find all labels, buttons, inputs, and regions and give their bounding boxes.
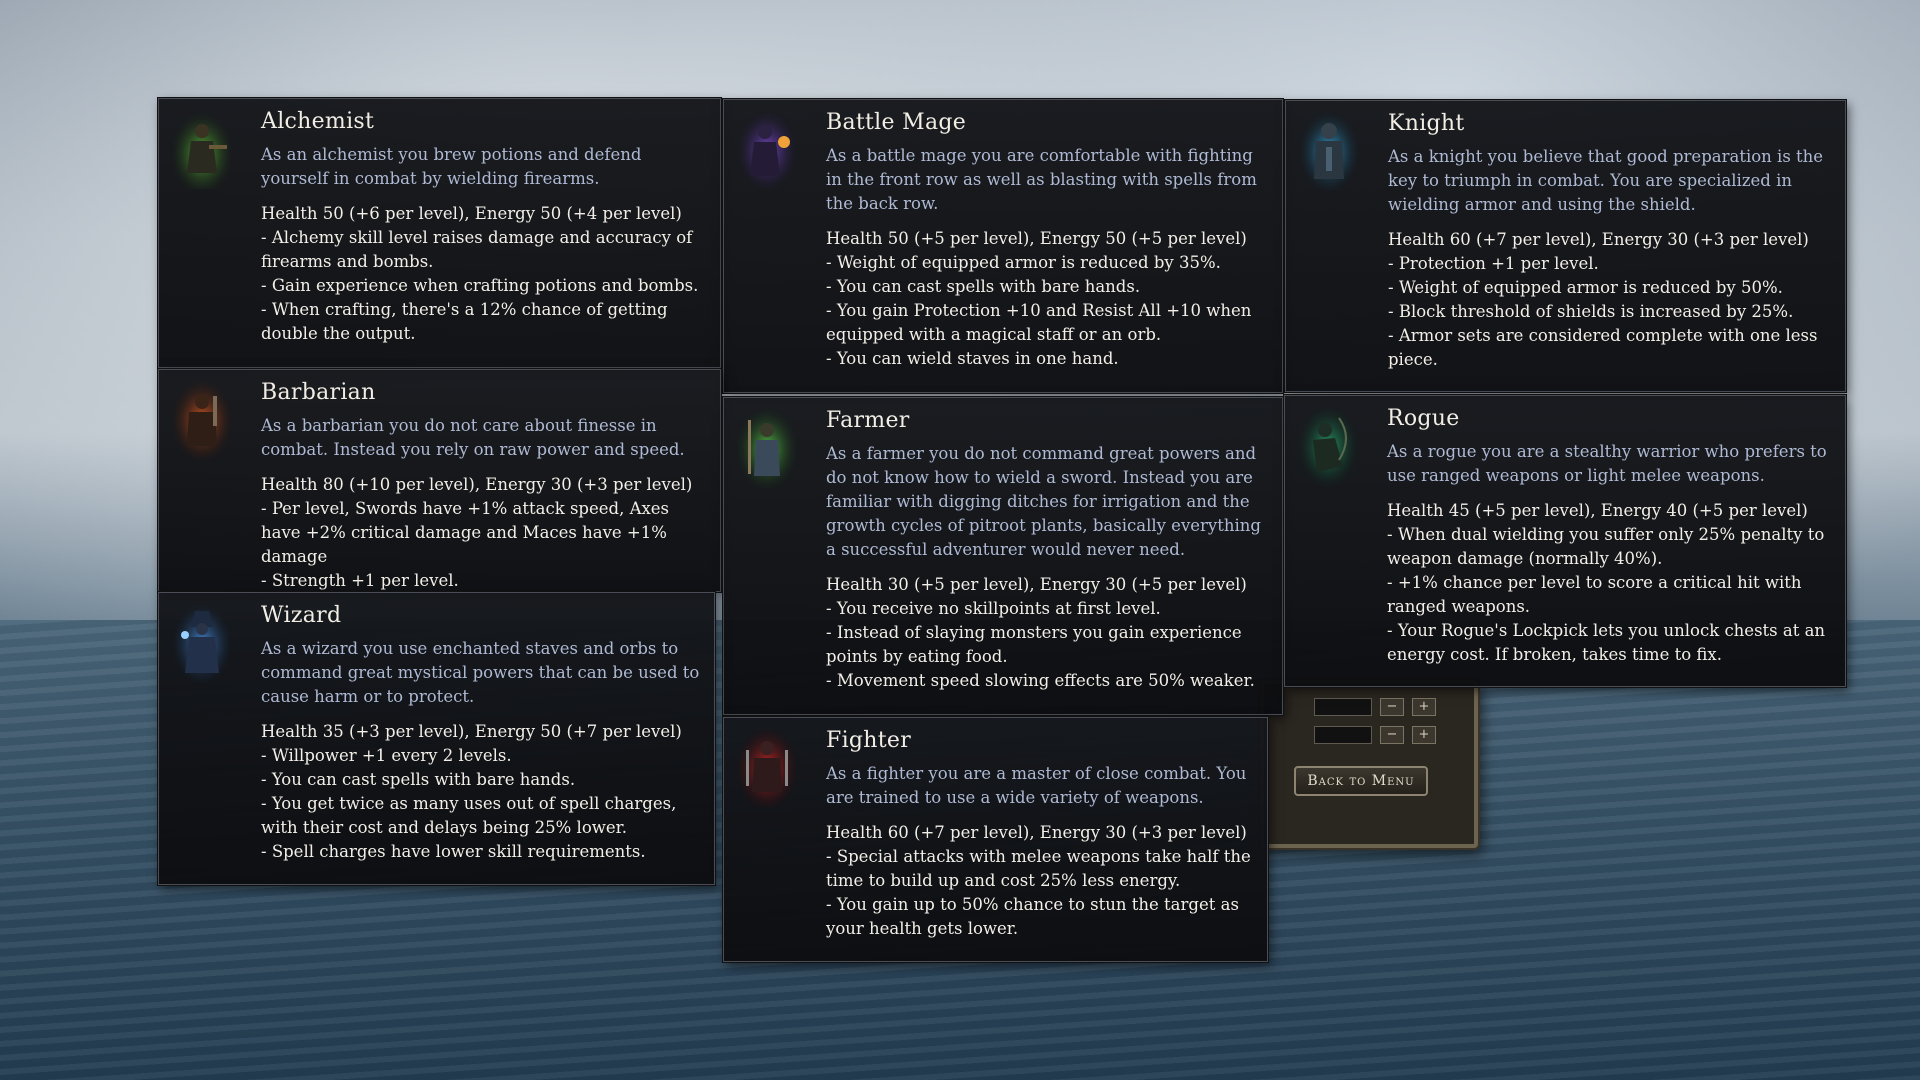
attribute-stepper: − + bbox=[1314, 726, 1436, 744]
rogue-portrait-icon bbox=[1299, 408, 1357, 486]
stat-line: Health 45 (+5 per level), Energy 40 (+5 … bbox=[1387, 501, 1808, 520]
class-name: Battle Mage bbox=[826, 110, 967, 135]
stat-line: - Armor sets are considered complete wit… bbox=[1388, 326, 1818, 369]
stat-line: - You can cast spells with bare hands. bbox=[261, 770, 576, 789]
stat-line: - You gain up to 50% chance to stun the … bbox=[826, 895, 1239, 938]
class-stats: Health 60 (+7 per level), Energy 30 (+3 … bbox=[826, 821, 1257, 941]
stat-line: - Your Rogue's Lockpick lets you unlock … bbox=[1387, 621, 1826, 664]
stat-line: - Block threshold of shields is increase… bbox=[1388, 302, 1794, 321]
stat-line: - When dual wielding you suffer only 25%… bbox=[1387, 525, 1825, 568]
class-card-fighter[interactable]: Fighter As a fighter you are a master of… bbox=[723, 717, 1268, 962]
farmer-portrait-icon bbox=[738, 410, 796, 488]
stat-line: - You gain Protection +10 and Resist All… bbox=[826, 301, 1252, 344]
stat-line: - Spell charges have lower skill require… bbox=[261, 842, 646, 861]
stat-line: Health 60 (+7 per level), Energy 30 (+3 … bbox=[826, 823, 1247, 842]
stat-line: - Weight of equipped armor is reduced by… bbox=[1388, 278, 1783, 297]
attribute-stepper: − + bbox=[1314, 698, 1436, 716]
plus-button[interactable]: + bbox=[1412, 726, 1436, 744]
class-description: As a farmer you do not command great pow… bbox=[826, 444, 1261, 559]
class-description: As a rogue you are a stealthy warrior wh… bbox=[1387, 442, 1827, 485]
stat-line: - Alchemy skill level raises damage and … bbox=[261, 228, 693, 271]
stat-line: - You can wield staves in one hand. bbox=[826, 349, 1119, 368]
class-name: Wizard bbox=[261, 603, 342, 628]
minus-button[interactable]: − bbox=[1380, 726, 1404, 744]
character-creation-menu: − + − + Back to Menu bbox=[1260, 680, 1478, 848]
stat-line: - Special attacks with melee weapons tak… bbox=[826, 847, 1251, 890]
knight-portrait-icon bbox=[1300, 113, 1358, 191]
stat-line: - Willpower +1 every 2 levels. bbox=[261, 746, 512, 765]
class-description: As a knight you believe that good prepar… bbox=[1388, 147, 1824, 214]
stat-line: - Protection +1 per level. bbox=[1388, 254, 1599, 273]
wizard-portrait-icon bbox=[173, 605, 231, 683]
back-to-menu-button[interactable]: Back to Menu bbox=[1294, 766, 1428, 796]
class-description: As a fighter you are a master of close c… bbox=[826, 764, 1247, 807]
fighter-portrait-icon bbox=[738, 730, 796, 808]
class-stats: Health 50 (+6 per level), Energy 50 (+4 … bbox=[261, 202, 710, 346]
class-card-knight[interactable]: Knight As a knight you believe that good… bbox=[1285, 100, 1846, 392]
stat-line: - Per level, Swords have +1% attack spee… bbox=[261, 499, 670, 566]
stat-line: Health 60 (+7 per level), Energy 30 (+3 … bbox=[1388, 230, 1809, 249]
stat-line: - +1% chance per level to score a critic… bbox=[1387, 573, 1802, 616]
class-card-rogue[interactable]: Rogue As a rogue you are a stealthy warr… bbox=[1284, 395, 1846, 687]
class-stats: Health 45 (+5 per level), Energy 40 (+5 … bbox=[1387, 499, 1835, 667]
stat-line: - Gain experience when crafting potions … bbox=[261, 276, 699, 295]
class-card-barbarian[interactable]: Barbarian As a barbarian you do not care… bbox=[158, 369, 721, 592]
class-name: Alchemist bbox=[261, 109, 375, 134]
class-description: As a barbarian you do not care about fin… bbox=[261, 416, 685, 459]
class-description: As a battle mage you are comfortable wit… bbox=[826, 146, 1257, 213]
class-name: Fighter bbox=[826, 728, 912, 753]
attribute-bar bbox=[1314, 726, 1372, 744]
stat-line: - You receive no skillpoints at first le… bbox=[826, 599, 1161, 618]
class-name: Barbarian bbox=[261, 380, 376, 405]
alchemist-portrait-icon bbox=[173, 111, 231, 189]
stat-line: - Weight of equipped armor is reduced by… bbox=[826, 253, 1221, 272]
battle-mage-portrait-icon bbox=[738, 112, 796, 190]
stat-line: - You get twice as many uses out of spel… bbox=[261, 794, 677, 837]
class-card-wizard[interactable]: Wizard As a wizard you use enchanted sta… bbox=[158, 592, 715, 885]
class-stats: Health 80 (+10 per level), Energy 30 (+3… bbox=[261, 473, 710, 593]
class-stats: Health 30 (+5 per level), Energy 30 (+5 … bbox=[826, 573, 1272, 693]
stat-line: Health 50 (+5 per level), Energy 50 (+5 … bbox=[826, 229, 1247, 248]
stat-line: Health 50 (+6 per level), Energy 50 (+4 … bbox=[261, 204, 682, 223]
class-stats: Health 35 (+3 per level), Energy 50 (+7 … bbox=[261, 720, 704, 864]
class-card-battle-mage[interactable]: Battle Mage As a battle mage you are com… bbox=[723, 99, 1283, 393]
class-description: As a wizard you use enchanted staves and… bbox=[261, 639, 700, 706]
plus-button[interactable]: + bbox=[1412, 698, 1436, 716]
barbarian-portrait-icon bbox=[173, 382, 231, 460]
class-card-alchemist[interactable]: Alchemist As an alchemist you brew potio… bbox=[158, 98, 721, 368]
attribute-bar bbox=[1314, 698, 1372, 716]
minus-button[interactable]: − bbox=[1380, 698, 1404, 716]
class-stats: Health 60 (+7 per level), Energy 30 (+3 … bbox=[1388, 228, 1835, 372]
class-name: Knight bbox=[1388, 111, 1465, 136]
class-name: Rogue bbox=[1387, 406, 1460, 431]
stat-line: Health 80 (+10 per level), Energy 30 (+3… bbox=[261, 475, 693, 494]
class-name: Farmer bbox=[826, 408, 910, 433]
stat-line: - You can cast spells with bare hands. bbox=[826, 277, 1141, 296]
stat-line: Health 35 (+3 per level), Energy 50 (+7 … bbox=[261, 722, 682, 741]
class-card-farmer[interactable]: Farmer As a farmer you do not command gr… bbox=[723, 397, 1283, 715]
stat-line: - Movement speed slowing effects are 50%… bbox=[826, 671, 1255, 690]
stat-line: - When crafting, there's a 12% chance of… bbox=[261, 300, 668, 343]
class-stats: Health 50 (+5 per level), Energy 50 (+5 … bbox=[826, 227, 1272, 371]
stat-line: Health 30 (+5 per level), Energy 30 (+5 … bbox=[826, 575, 1247, 594]
stat-line: - Instead of slaying monsters you gain e… bbox=[826, 623, 1242, 666]
stat-line: - Strength +1 per level. bbox=[261, 571, 459, 590]
class-description: As an alchemist you brew potions and def… bbox=[261, 145, 642, 188]
